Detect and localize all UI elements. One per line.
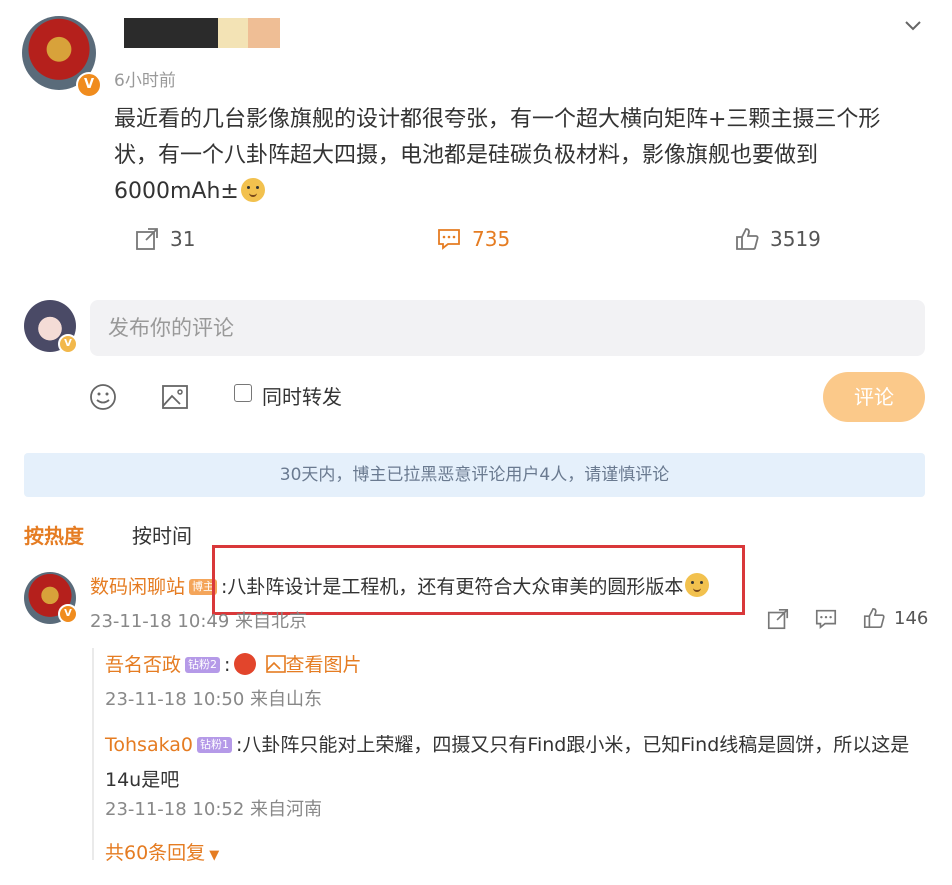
commenter-name[interactable]: 数码闲聊站	[90, 576, 185, 598]
redacted-name	[124, 18, 220, 48]
reply-text: :	[224, 654, 231, 676]
caret-down-icon: ▼	[209, 848, 220, 863]
post-time: 6小时前	[114, 71, 176, 91]
sort-by-hot-tab[interactable]: 按热度	[24, 520, 84, 549]
like-button[interactable]: 3519	[734, 226, 821, 252]
redacted-name-part	[248, 18, 280, 48]
sort-by-time-tab[interactable]: 按时间	[132, 520, 192, 549]
repost-button[interactable]: 31	[134, 226, 195, 252]
submit-comment-button[interactable]: 评论	[823, 372, 925, 422]
thumbs-up-icon	[736, 228, 759, 250]
share-icon[interactable]	[766, 607, 790, 631]
image-icon	[265, 655, 286, 673]
thumbs-up-icon	[863, 607, 885, 629]
reply-meta: 23-11-18 10:50 来自山东	[105, 689, 323, 710]
highlight-box	[212, 545, 745, 615]
like-count: 3519	[770, 227, 821, 251]
comment-like-count: 146	[894, 607, 929, 629]
redacted-name-part	[218, 18, 248, 48]
chevron-down-icon[interactable]	[902, 14, 924, 36]
comment-like-button[interactable]: 146	[862, 606, 928, 630]
angry-emoji-icon	[234, 653, 257, 675]
reply-thread-line	[92, 648, 94, 860]
verified-badge: V	[58, 334, 78, 354]
reply-line: 吾名否政 钻粉2: 查看图片	[105, 650, 362, 677]
more-replies-link[interactable]: 共60条回复 ▼	[105, 838, 219, 865]
view-image-link[interactable]: 查看图片	[286, 654, 362, 676]
comment-meta: 23-11-18 10:49 来自北京	[90, 611, 308, 632]
image-upload-icon[interactable]	[160, 382, 190, 412]
repost-count: 31	[170, 227, 196, 251]
sync-repost-label: 同时转发	[262, 385, 342, 409]
verified-badge: V	[76, 72, 102, 98]
reply-author[interactable]: 吾名否政	[105, 654, 181, 676]
share-icon	[136, 228, 158, 250]
fan-tag: 钻粉2	[185, 657, 221, 673]
verified-badge: V	[58, 604, 78, 624]
comment-button[interactable]: 735	[436, 226, 510, 252]
reply-icon[interactable]	[814, 607, 838, 631]
doge-emoji-icon	[240, 178, 265, 202]
post-text: 最近看的几台影像旗舰的设计都很夸张，有一个超大横向矩阵+三颗主摄三个形状，有一个…	[114, 107, 881, 204]
more-replies-label: 共60条回复	[105, 842, 206, 864]
comment-icon	[438, 229, 460, 250]
sync-repost-checkbox[interactable]	[234, 384, 252, 402]
comment-input[interactable]: 发布你的评论	[90, 300, 925, 356]
emoji-picker-icon[interactable]	[88, 382, 118, 412]
reply-meta: 23-11-18 10:52 来自河南	[105, 799, 323, 820]
reply-line: Tohsaka0 钻粉1:八卦阵只能对上荣耀，四摄又只有Find跟小米，已知Fin…	[105, 728, 915, 798]
comment-count: 735	[472, 227, 511, 251]
reply-author[interactable]: Tohsaka0	[105, 734, 193, 756]
block-notice: 30天内，博主已拉黑恶意评论用户4人，请谨慎评论	[24, 453, 925, 497]
fan-tag: 钻粉1	[197, 737, 232, 753]
